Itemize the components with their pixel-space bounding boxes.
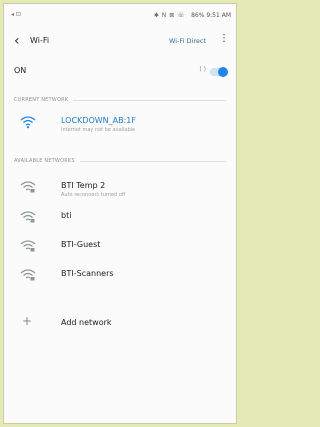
wifi-secured-icon	[20, 211, 36, 223]
divider	[73, 99, 226, 101]
network-sub: Auto reconnect turned off	[61, 192, 126, 198]
back-button[interactable]: ‹	[14, 31, 20, 51]
wifi-toggle-switch[interactable]	[210, 67, 228, 77]
wifi-secured-icon	[20, 240, 36, 252]
network-name: BTI Temp 2	[61, 181, 106, 190]
status-left-icons: ◂ ⊡	[11, 11, 21, 18]
divider	[79, 160, 226, 162]
battery-level: 86%	[191, 12, 205, 19]
phone-screen: ◂ ⊡ ✱ N ⊠ ☏ 86% 9:51 AM ‹ Wi-Fi Wi-Fi Di…	[3, 3, 237, 424]
available-networks-header: AVAILABLE NETWORKS	[14, 158, 226, 164]
network-item[interactable]: BTI-Scanners	[4, 263, 236, 291]
network-name: bti	[61, 211, 72, 220]
network-name: BTI-Guest	[61, 240, 101, 249]
status-icons: ✱ N ⊠ ☏	[153, 12, 186, 19]
current-network-status: Internet may not be available	[61, 127, 136, 133]
status-right: ✱ N ⊠ ☏ 86% 9:51 AM	[154, 12, 231, 19]
status-time: 9:51 AM	[206, 12, 231, 19]
network-item[interactable]: BTI Temp 2 Auto reconnect turned off	[4, 175, 236, 203]
network-item[interactable]: BTI-Guest	[4, 234, 236, 262]
wifi-state-label: ON	[14, 66, 27, 75]
available-networks-header-text: AVAILABLE NETWORKS	[14, 158, 75, 164]
plus-icon: +	[22, 314, 33, 328]
wifi-secured-icon	[20, 181, 36, 193]
page-title: Wi-Fi	[30, 36, 50, 45]
network-name: BTI-Scanners	[61, 269, 114, 278]
wifi-connected-icon	[20, 116, 36, 129]
app-header: ‹ Wi-Fi Wi-Fi Direct ⋮	[4, 26, 236, 56]
current-network-item[interactable]: LOCKDOWN_AB:1F Internet may not be avail…	[4, 110, 236, 138]
more-options-icon[interactable]: ⋮	[219, 33, 229, 44]
scanning-indicator: ( )	[199, 66, 206, 73]
current-network-header-text: CURRENT NETWORK	[14, 97, 69, 103]
status-bar: ◂ ⊡ ✱ N ⊠ ☏ 86% 9:51 AM	[4, 4, 236, 24]
add-network-label: Add network	[61, 318, 112, 327]
current-network-name: LOCKDOWN_AB:1F	[61, 116, 136, 125]
wifi-toggle-row[interactable]: ON ( )	[4, 56, 236, 86]
network-item[interactable]: bti	[4, 205, 236, 233]
wifi-secured-icon	[20, 269, 36, 281]
add-network-row[interactable]: + Add network	[4, 312, 236, 336]
wifi-direct-button[interactable]: Wi-Fi Direct	[169, 37, 206, 45]
current-network-header: CURRENT NETWORK	[14, 97, 226, 103]
toggle-knob	[218, 67, 228, 77]
